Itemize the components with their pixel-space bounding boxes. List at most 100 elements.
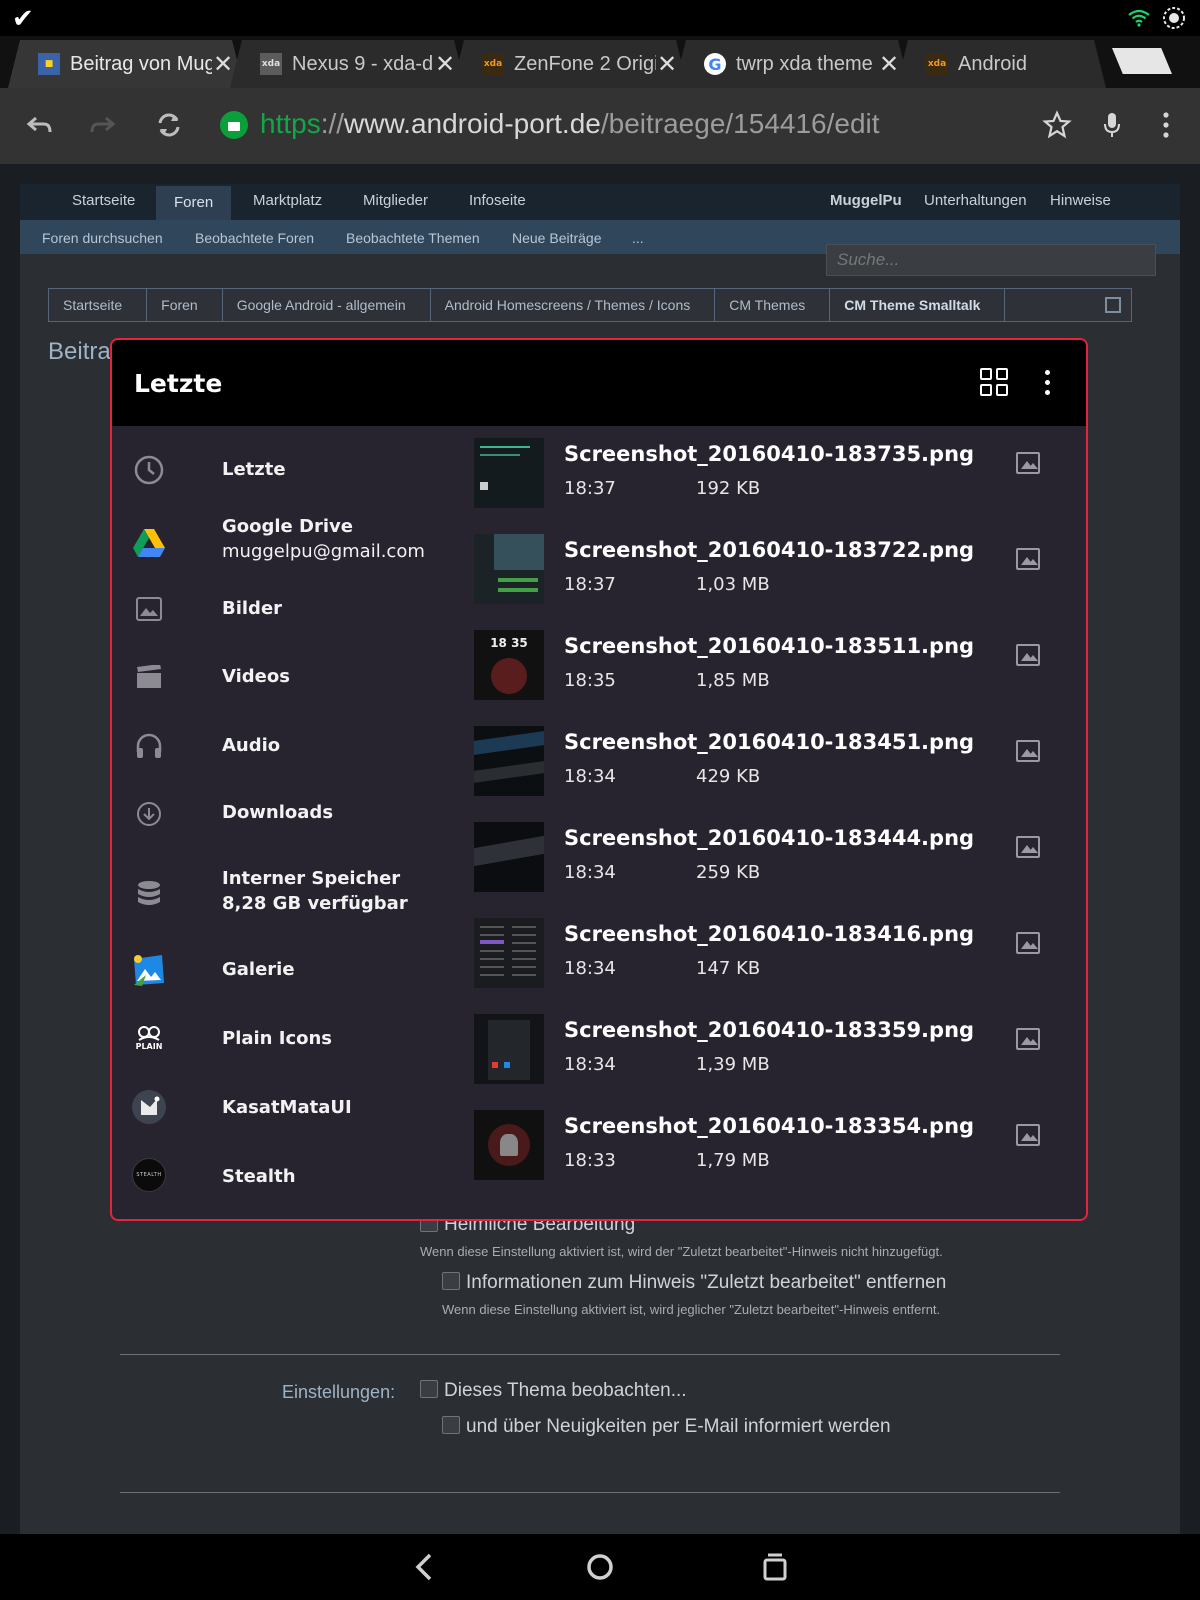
file-row[interactable]: Screenshot_20160410-183354.png 18:33 1,7…: [472, 1098, 1082, 1194]
nav-unterhaltungen[interactable]: Unterhaltungen: [924, 192, 1027, 209]
breadcrumb-item[interactable]: Android Homescreens / Themes / Icons: [431, 289, 716, 321]
file-size: 259 KB: [696, 862, 761, 883]
sidebar-item-stealth[interactable]: STEALTH Stealth: [112, 1147, 462, 1207]
file-row[interactable]: Screenshot_20160410-183416.png 18:34 147…: [472, 906, 1082, 1002]
file-thumbnail: [474, 438, 544, 508]
remove-edit-info-option[interactable]: Informationen zum Hinweis "Zuletzt bearb…: [442, 1272, 946, 1294]
back-icon[interactable]: [24, 110, 54, 140]
image-type-icon: [1016, 836, 1040, 858]
xda-favicon: xda: [926, 53, 948, 75]
subnav-beobachtete-foren[interactable]: Beobachtete Foren: [195, 230, 314, 246]
file-row[interactable]: Screenshot_20160410-183359.png 18:34 1,3…: [472, 1002, 1082, 1098]
stealth-edit-help: Wenn diese Einstellung aktiviert ist, wi…: [420, 1244, 943, 1259]
breadcrumb-current[interactable]: CM Theme Smalltalk: [830, 289, 1006, 321]
forum-search-input[interactable]: Suche...: [826, 244, 1156, 276]
sidebar-item-label: Plain Icons: [222, 1028, 333, 1049]
sidebar-item-audio[interactable]: Audio: [112, 716, 462, 776]
breadcrumb-item[interactable]: Startseite: [49, 289, 148, 321]
image-type-icon: [1016, 1124, 1040, 1146]
url-input[interactable]: https://www.android-port.de/beitraege/15…: [260, 108, 880, 140]
status-bar: ✔: [0, 0, 1200, 36]
nav-startseite[interactable]: Startseite: [72, 192, 135, 209]
file-name: Screenshot_20160410-183444.png: [564, 826, 975, 850]
file-name: Screenshot_20160410-183511.png: [564, 634, 975, 658]
breadcrumb-item[interactable]: Google Android - allgemein: [223, 289, 431, 321]
google-drive-icon: [132, 526, 166, 560]
file-size: 1,03 MB: [696, 574, 770, 595]
browser-tab-2[interactable]: xda Nexus 9 - xda-developers ✕: [230, 40, 466, 88]
sidebar-item-plain-icons[interactable]: PLAIN Plain Icons: [112, 1009, 462, 1069]
star-icon[interactable]: [1042, 110, 1072, 140]
sidebar-item-bilder[interactable]: Bilder: [112, 578, 462, 638]
file-name: Screenshot_20160410-183359.png: [564, 1018, 975, 1042]
new-tab-button[interactable]: [1112, 48, 1172, 74]
kasatmata-app-icon: [132, 1090, 166, 1124]
microphone-icon[interactable]: [1102, 110, 1122, 140]
nav-infoseite[interactable]: Infoseite: [469, 192, 526, 209]
file-name: Screenshot_20160410-183735.png: [564, 442, 975, 466]
breadcrumb-item[interactable]: CM Themes: [715, 289, 831, 321]
watch-thread-label: Dieses Thema beobachten...: [444, 1380, 687, 1401]
email-notify-option[interactable]: und über Neuigkeiten per E-Mail informie…: [442, 1416, 891, 1438]
forward-icon[interactable]: [88, 110, 118, 140]
clock-icon: [132, 453, 166, 487]
nav-foren[interactable]: Foren: [156, 186, 232, 220]
sidebar-item-internal-storage[interactable]: Interner Speicher 8,28 GB verfügbar: [112, 854, 462, 934]
menu-dots-icon[interactable]: [1160, 110, 1172, 140]
file-row[interactable]: Screenshot_20160410-183722.png 18:37 1,0…: [472, 522, 1082, 618]
back-nav-icon[interactable]: [408, 1550, 442, 1584]
image-type-icon: [1016, 1028, 1040, 1050]
tab-title: ZenFone 2 Original: [514, 52, 655, 75]
sidebar-item-kasatmataui[interactable]: KasatMataUI: [112, 1078, 462, 1138]
breadcrumb-item[interactable]: Foren: [147, 289, 223, 321]
email-notify-checkbox[interactable]: [442, 1416, 460, 1434]
file-size: 1,39 MB: [696, 1054, 770, 1075]
sidebar-item-label: Downloads: [222, 802, 334, 823]
notification-check-icon: ✔: [12, 4, 34, 34]
close-tab-icon[interactable]: ✕: [212, 50, 234, 78]
sidebar-item-label: Audio: [222, 735, 281, 756]
nav-marktplatz[interactable]: Marktplatz: [253, 192, 322, 209]
sidebar-item-downloads[interactable]: Downloads: [112, 785, 462, 845]
watch-thread-checkbox[interactable]: [420, 1380, 438, 1398]
nav-user[interactable]: MuggelPu: [830, 192, 902, 209]
browser-tab-5[interactable]: xda Android: [896, 40, 1106, 88]
file-size: 147 KB: [696, 958, 761, 979]
sidebar-item-galerie[interactable]: Galerie: [112, 940, 462, 1000]
subnav-neue-beitraege[interactable]: Neue Beiträge: [512, 230, 602, 246]
sidebar-item-videos[interactable]: Videos: [112, 647, 462, 707]
sidebar-item-letzte[interactable]: Letzte: [112, 440, 462, 500]
nav-hinweise[interactable]: Hinweise: [1050, 192, 1111, 209]
external-link-icon[interactable]: [1105, 297, 1121, 313]
browser-tab-4[interactable]: G twrp xda theme ✕: [674, 40, 910, 88]
subnav-more[interactable]: ...: [632, 230, 644, 246]
grid-view-icon[interactable]: [980, 368, 1010, 398]
nav-mitglieder[interactable]: Mitglieder: [363, 192, 428, 209]
browser-tab-1[interactable]: ■ Beitrag von MuggelPu bearbeiten ✕: [8, 40, 244, 88]
file-name: Screenshot_20160410-183416.png: [564, 922, 975, 946]
watch-thread-option[interactable]: Dieses Thema beobachten...: [420, 1380, 687, 1402]
xda-favicon: xda: [260, 53, 282, 75]
file-row[interactable]: Screenshot_20160410-183444.png 18:34 259…: [472, 810, 1082, 906]
recents-nav-icon[interactable]: [758, 1550, 792, 1584]
overflow-menu-icon[interactable]: [1044, 370, 1052, 398]
close-tab-icon[interactable]: ✕: [656, 50, 678, 78]
home-nav-icon[interactable]: [583, 1550, 617, 1584]
reload-icon[interactable]: [154, 110, 184, 140]
file-row[interactable]: 18 35 Screenshot_20160410-183511.png 18:…: [472, 618, 1082, 714]
settings-label: Einstellungen:: [282, 1382, 396, 1402]
url-path: /beitraege/154416/edit: [600, 108, 880, 139]
subnav-beobachtete-themen[interactable]: Beobachtete Themen: [346, 230, 480, 246]
subnav-foren-durchsuchen[interactable]: Foren durchsuchen: [42, 230, 163, 246]
file-time: 18:37: [564, 478, 616, 499]
remove-edit-info-checkbox[interactable]: [442, 1272, 460, 1290]
close-tab-icon[interactable]: ✕: [434, 50, 456, 78]
file-row[interactable]: Screenshot_20160410-183451.png 18:34 429…: [472, 714, 1082, 810]
sidebar-item-label: Letzte: [222, 459, 286, 480]
close-tab-icon[interactable]: ✕: [878, 50, 900, 78]
battery-icon: [1163, 7, 1185, 29]
sidebar-item-google-drive[interactable]: Google Drive muggelpu@gmail.com: [112, 508, 462, 578]
file-row[interactable]: Screenshot_20160410-183735.png 18:37 192…: [472, 426, 1082, 522]
browser-tab-3[interactable]: xda ZenFone 2 Original ✕: [452, 40, 688, 88]
google-favicon: G: [704, 53, 726, 75]
